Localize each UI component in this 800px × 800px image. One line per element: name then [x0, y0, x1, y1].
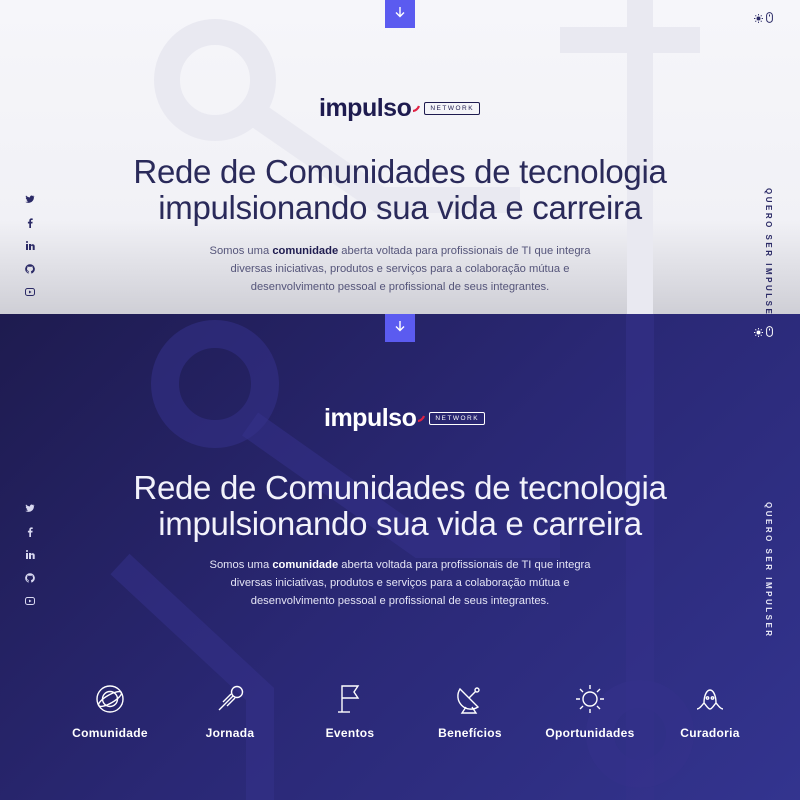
page-title: Rede de Comunidades de tecnologia impuls… — [60, 470, 740, 542]
facebook-icon[interactable] — [24, 526, 36, 537]
cta-quero-ser-impulser[interactable]: QUERO SER IMPULSER — [764, 188, 773, 314]
logo-tag: NETWORK — [429, 411, 486, 426]
cta-quero-ser-impulser[interactable]: QUERO SER IMPULSER — [764, 502, 773, 639]
twitter-icon[interactable] — [24, 503, 36, 514]
social-links — [24, 194, 36, 297]
logo-swoosh-icon — [417, 410, 426, 428]
desc-bold: comunidade — [272, 559, 339, 571]
theme-toggle[interactable] — [754, 10, 773, 28]
youtube-icon[interactable] — [24, 286, 36, 297]
feature-label: Curadoria — [680, 726, 740, 740]
linkedin-icon[interactable] — [24, 549, 36, 560]
sun-icon — [754, 10, 763, 28]
feature-label: Comunidade — [72, 726, 148, 740]
logo-swoosh-icon — [412, 100, 421, 118]
desc-bold: comunidade — [272, 245, 339, 257]
arrow-down-icon — [394, 5, 406, 23]
feature-label: Benefícios — [438, 726, 502, 740]
comet-icon — [213, 682, 247, 716]
facebook-icon[interactable] — [24, 217, 36, 228]
desc-line-2: diversas iniciativas, produtos e serviço… — [230, 263, 570, 275]
headline-line-2: impulsionando sua vida e carreira — [158, 189, 642, 226]
hero-dark: QUERO SER IMPULSER impulso NETWORK Rede … — [0, 314, 800, 800]
hero-light: QUERO SER IMPULSER impulso NETWORK Rede … — [0, 0, 800, 314]
sun-rays-icon — [573, 682, 607, 716]
feature-jornada[interactable]: Jornada — [180, 682, 280, 740]
logo-wordmark: impulso — [324, 404, 417, 432]
mouse-icon — [766, 10, 773, 28]
github-icon[interactable] — [24, 572, 36, 583]
theme-toggle[interactable] — [754, 324, 773, 342]
mouse-icon — [766, 324, 773, 342]
hero-description: Somos uma comunidade aberta voltada para… — [180, 242, 620, 296]
feature-label: Jornada — [205, 726, 255, 740]
hero-description: Somos uma comunidade aberta voltada para… — [180, 556, 620, 610]
headline-line-2: impulsionando sua vida e carreira — [158, 505, 642, 542]
github-icon[interactable] — [24, 263, 36, 274]
flag-icon — [333, 682, 367, 716]
alien-icon — [693, 682, 727, 716]
headline-line-1: Rede de Comunidades de tecnologia — [133, 469, 667, 506]
social-links — [24, 503, 36, 606]
feature-label: Oportunidades — [545, 726, 635, 740]
linkedin-icon[interactable] — [24, 240, 36, 251]
headline-line-1: Rede de Comunidades de tecnologia — [133, 153, 667, 190]
feature-oportunidades[interactable]: Oportunidades — [540, 682, 640, 740]
logo-tag: NETWORK — [424, 101, 481, 116]
desc-line-2: diversas iniciativas, produtos e serviço… — [230, 577, 570, 589]
feature-beneficios[interactable]: Benefícios — [420, 682, 520, 740]
logo-wordmark: impulso — [319, 94, 412, 122]
satellite-dish-icon — [453, 682, 487, 716]
logo[interactable]: impulso NETWORK — [319, 94, 481, 122]
feature-eventos[interactable]: Eventos — [300, 682, 400, 740]
logo[interactable]: impulso NETWORK — [324, 404, 486, 432]
page-title: Rede de Comunidades de tecnologia impuls… — [60, 154, 740, 226]
desc-part-2: aberta voltada para profissionais de TI … — [338, 245, 591, 257]
youtube-icon[interactable] — [24, 595, 36, 606]
planet-icon — [93, 682, 127, 716]
feature-curadoria[interactable]: Curadoria — [660, 682, 760, 740]
features-list: Comunidade Jornada Eventos Benefícios Op… — [60, 682, 760, 740]
scroll-down-button[interactable] — [385, 314, 415, 342]
feature-label: Eventos — [325, 726, 375, 740]
sun-icon — [754, 324, 763, 342]
feature-comunidade[interactable]: Comunidade — [60, 682, 160, 740]
twitter-icon[interactable] — [24, 194, 36, 205]
desc-line-3: desenvolvimento pessoal e profissional d… — [250, 595, 550, 607]
desc-part-2: aberta voltada para profissionais de TI … — [338, 559, 591, 571]
desc-line-3: desenvolvimento pessoal e profissional d… — [250, 281, 550, 293]
scroll-down-button[interactable] — [385, 0, 415, 28]
desc-part-1: Somos uma — [209, 559, 273, 571]
arrow-down-icon — [394, 319, 406, 337]
desc-part-1: Somos uma — [209, 245, 273, 257]
